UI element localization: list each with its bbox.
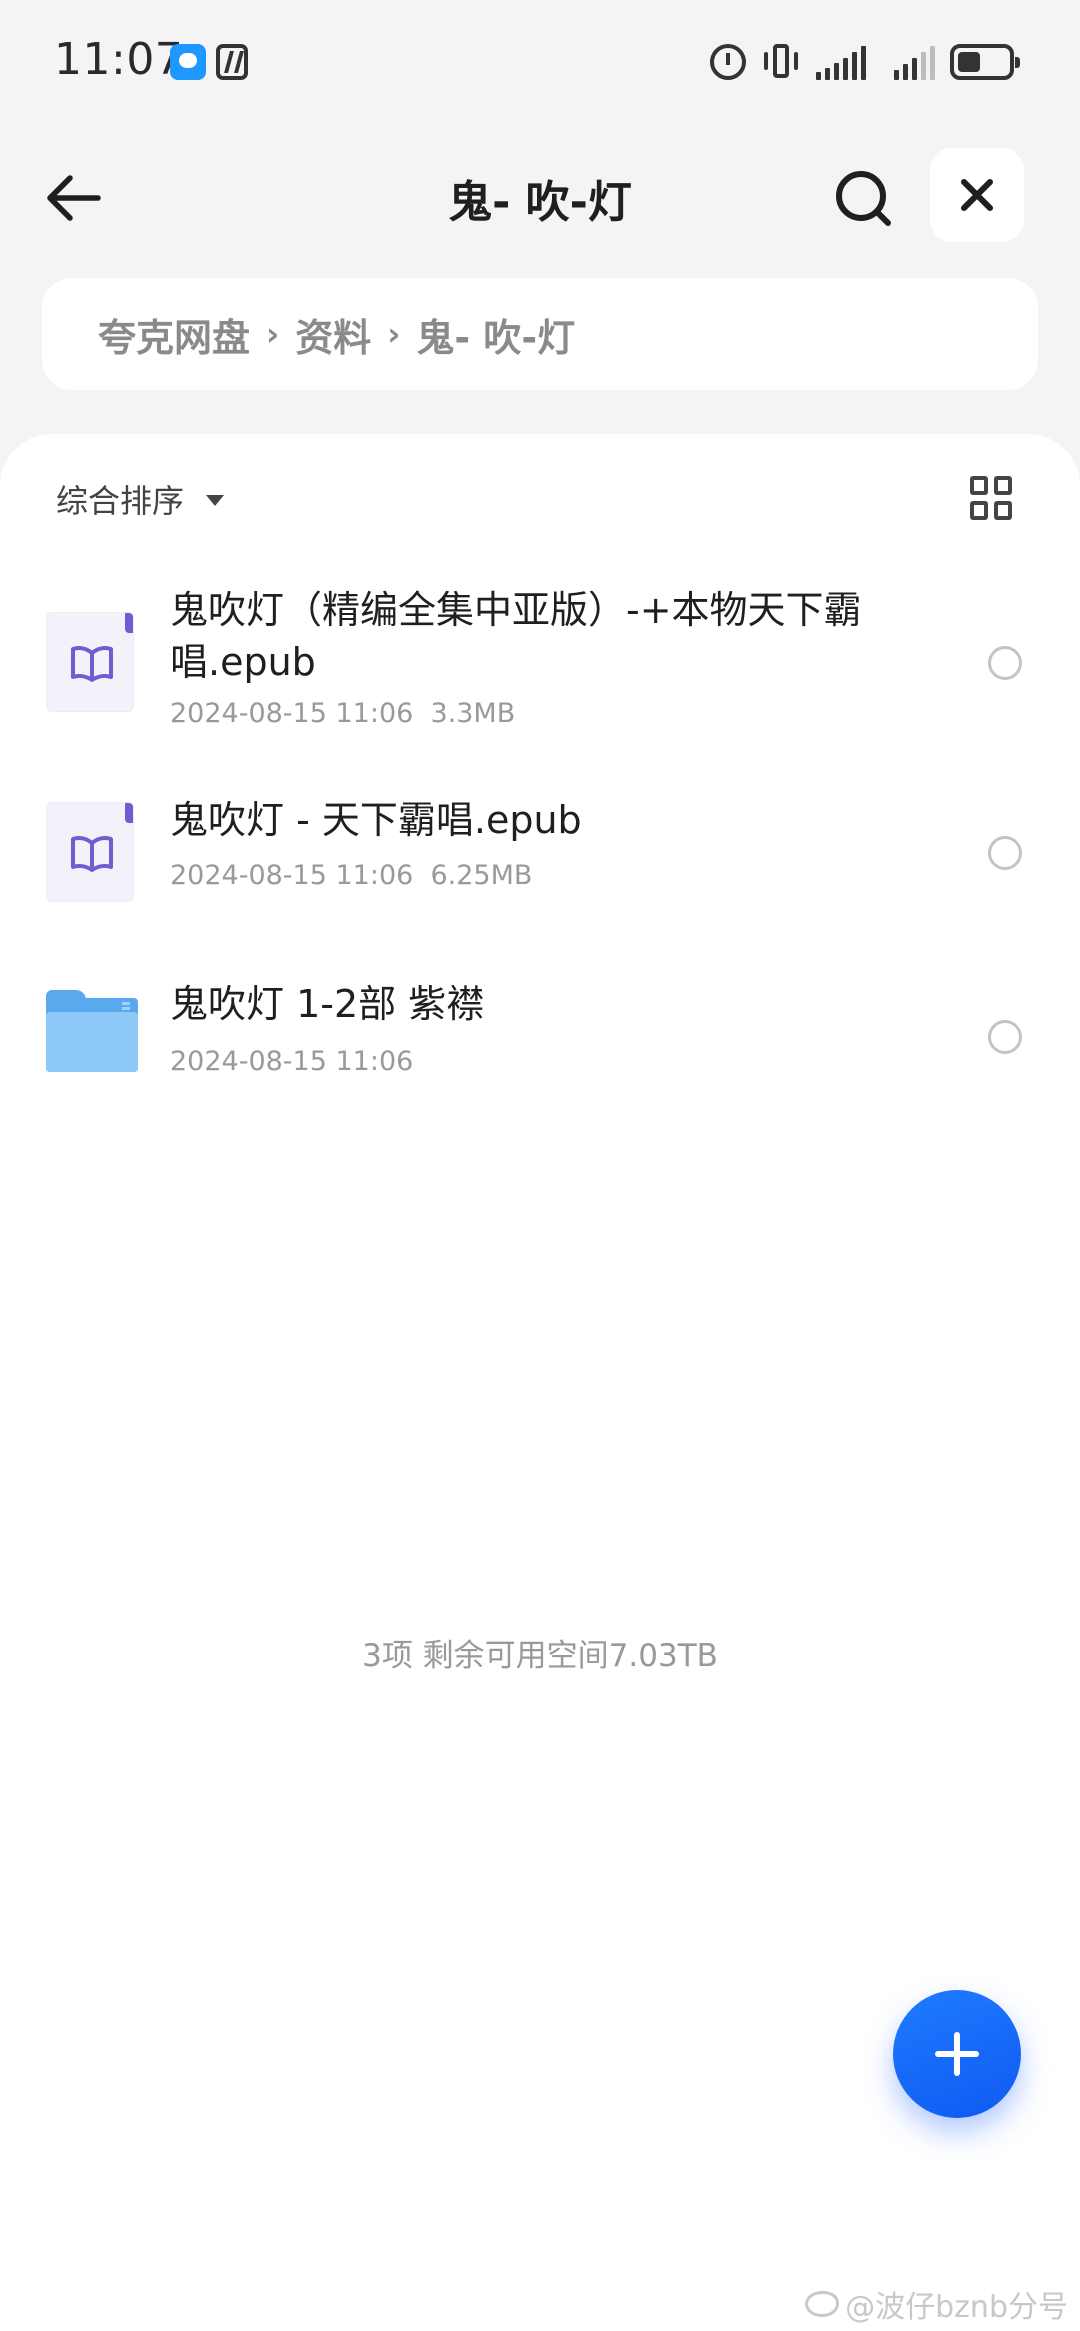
chevron-right-icon: ›	[387, 315, 401, 353]
breadcrumb-item-current: 鬼- 吹-灯	[416, 315, 576, 360]
file-list: 鬼吹灯（精编全集中亚版）-+本物天下霸唱.epub 2024-08-15 11:…	[0, 584, 1080, 1154]
close-button[interactable]	[930, 148, 1024, 242]
file-date: 2024-08-15 11:06	[170, 860, 414, 891]
file-meta: 2024-08-15 11:06 3.3MB	[170, 698, 515, 729]
storage-summary: 3项 剩余可用空间7.03TB	[362, 1638, 718, 1674]
sort-label: 综合排序	[56, 482, 185, 520]
close-icon	[961, 179, 993, 211]
status-time: 11:07	[54, 34, 184, 85]
select-radio[interactable]	[988, 1020, 1022, 1054]
message-notification-icon	[170, 44, 206, 80]
page: 11:07 鬼- 吹-灯 夸克网盘 › 资料 › 鬼- 吹-灯 综合排序 鬼吹灯…	[0, 0, 1080, 2331]
file-meta: 2024-08-15 11:06	[170, 1046, 413, 1077]
file-size: 3.3MB	[430, 698, 516, 729]
list-item[interactable]: 鬼吹灯 1-2部 紫襟 2024-08-15 11:06	[0, 964, 1080, 1154]
file-date: 2024-08-15 11:06	[170, 698, 414, 729]
nfc-icon	[216, 44, 248, 80]
search-icon	[836, 171, 891, 226]
epub-file-icon	[46, 802, 134, 902]
back-button[interactable]	[36, 160, 112, 236]
epub-file-icon	[46, 612, 134, 712]
select-radio[interactable]	[988, 646, 1022, 680]
weibo-icon	[805, 2291, 840, 2317]
file-name: 鬼吹灯（精编全集中亚版）-+本物天下霸唱.epub	[170, 588, 862, 684]
breadcrumb-item-folder[interactable]: 资料	[295, 307, 371, 362]
grid-icon	[970, 476, 988, 495]
vibrate-icon	[762, 42, 800, 80]
signal-strength-2-icon	[894, 44, 935, 80]
folder-name: 鬼吹灯 1-2部 紫襟	[170, 982, 485, 1026]
alarm-icon	[710, 44, 746, 80]
select-radio[interactable]	[988, 836, 1022, 870]
folder-icon	[46, 990, 138, 1072]
add-button[interactable]	[893, 1990, 1021, 2118]
watermark-text: @波仔bznb分号	[845, 2290, 1068, 2325]
page-title: 鬼- 吹-灯	[448, 177, 632, 228]
caret-down-icon	[206, 494, 225, 506]
battery-icon	[950, 44, 1020, 80]
signal-strength-icon	[816, 44, 866, 80]
book-icon	[71, 836, 113, 872]
file-size: 6.25MB	[430, 860, 533, 891]
breadcrumb: 夸克网盘 › 资料 › 鬼- 吹-灯	[42, 278, 1038, 390]
book-icon	[71, 646, 113, 682]
search-button[interactable]	[826, 160, 902, 236]
file-meta: 2024-08-15 11:06 6.25MB	[170, 860, 532, 891]
chevron-right-icon: ›	[266, 315, 280, 353]
breadcrumb-item-root[interactable]: 夸克网盘	[98, 307, 250, 362]
list-item[interactable]: 鬼吹灯 - 天下霸唱.epub 2024-08-15 11:06 6.25MB	[0, 774, 1080, 964]
list-item[interactable]: 鬼吹灯（精编全集中亚版）-+本物天下霸唱.epub 2024-08-15 11:…	[0, 584, 1080, 774]
watermark: @波仔bznb分号	[805, 2282, 1068, 2326]
arrow-left-icon	[47, 175, 101, 221]
file-date: 2024-08-15 11:06	[170, 1046, 414, 1077]
sort-dropdown[interactable]: 综合排序	[56, 476, 225, 522]
file-name: 鬼吹灯 - 天下霸唱.epub	[170, 798, 582, 842]
header: 鬼- 吹-灯	[0, 140, 1080, 250]
status-bar: 11:07	[0, 0, 1080, 124]
grid-view-button[interactable]	[970, 476, 1014, 520]
